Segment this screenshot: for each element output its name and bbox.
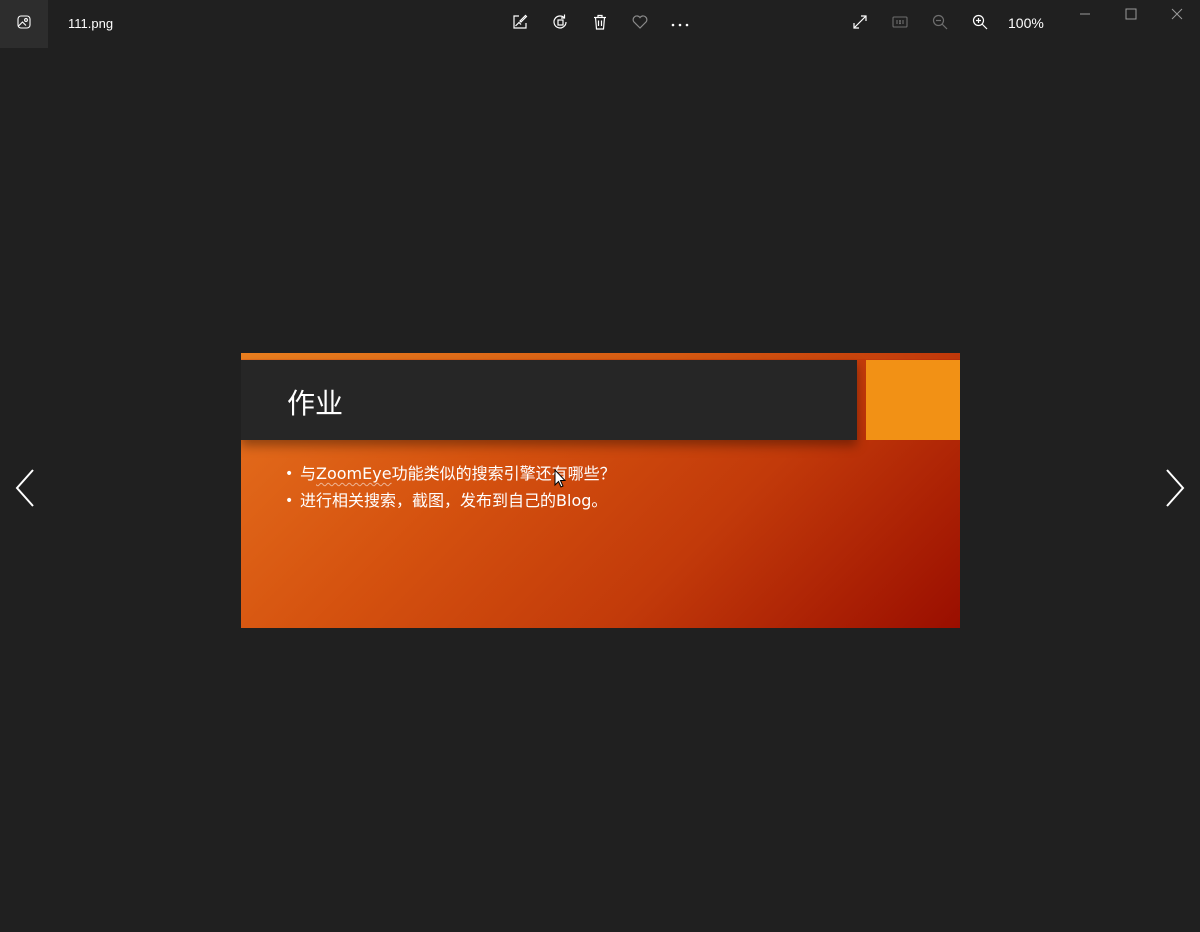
chevron-left-icon	[14, 468, 38, 513]
bullet-1-suffix: 功能类似的搜索引擎还有哪些？	[391, 464, 616, 483]
close-icon	[1171, 7, 1183, 25]
bullet-1-term: ZoomEye	[316, 464, 392, 483]
photos-app-icon	[16, 14, 32, 35]
zoom-level[interactable]: 100%	[1008, 15, 1044, 31]
slide-accent-block	[866, 360, 960, 440]
zoom-out-icon	[931, 13, 949, 36]
maximize-button[interactable]	[1108, 0, 1154, 32]
delete-icon	[591, 13, 609, 36]
bullet-2-suffix: 。	[591, 491, 608, 510]
fullscreen-icon	[851, 13, 869, 36]
slide-bullet-2: 进行相关搜索，截图，发布到自己的Blog。	[285, 490, 616, 517]
bullet-2-prefix: 进行相关搜索，截图，发布到自己的	[300, 491, 557, 510]
delete-button[interactable]	[580, 4, 620, 44]
edit-image-button[interactable]	[500, 4, 540, 44]
slide-top-band	[241, 353, 960, 359]
previous-image-button[interactable]	[6, 466, 46, 514]
slide-title-box: 作业	[241, 360, 857, 440]
zoom-in-icon	[971, 13, 989, 36]
maximize-icon	[1125, 7, 1137, 25]
mouse-cursor-icon	[554, 468, 567, 489]
favorite-button[interactable]	[620, 4, 660, 44]
title-bar: 111.png 100%	[0, 0, 1200, 48]
next-image-button[interactable]	[1154, 466, 1194, 514]
more-options-button[interactable]	[660, 4, 700, 44]
edit-image-icon	[511, 13, 529, 36]
slide-title: 作业	[287, 387, 344, 420]
displayed-image: 作业 与ZoomEye功能类似的搜索引擎还有哪些？ 进行相关搜索，截图，发布到自…	[241, 353, 960, 628]
more-icon	[670, 15, 690, 33]
rotate-button[interactable]	[540, 4, 580, 44]
favorite-icon	[631, 13, 649, 36]
actual-size-button[interactable]	[880, 4, 920, 44]
photos-app-button[interactable]	[0, 0, 48, 48]
zoom-in-button[interactable]	[960, 4, 1000, 44]
file-name: 111.png	[68, 16, 114, 31]
chevron-right-icon	[1162, 468, 1186, 513]
rotate-icon	[551, 13, 569, 36]
actual-size-icon	[891, 13, 909, 36]
fullscreen-button[interactable]	[840, 4, 880, 44]
close-button[interactable]	[1154, 0, 1200, 32]
bullet-1-prefix: 与	[300, 464, 317, 483]
bullet-2-term: Blog	[556, 491, 592, 510]
minimize-icon	[1079, 7, 1091, 25]
zoom-out-button[interactable]	[920, 4, 960, 44]
minimize-button[interactable]	[1062, 0, 1108, 32]
